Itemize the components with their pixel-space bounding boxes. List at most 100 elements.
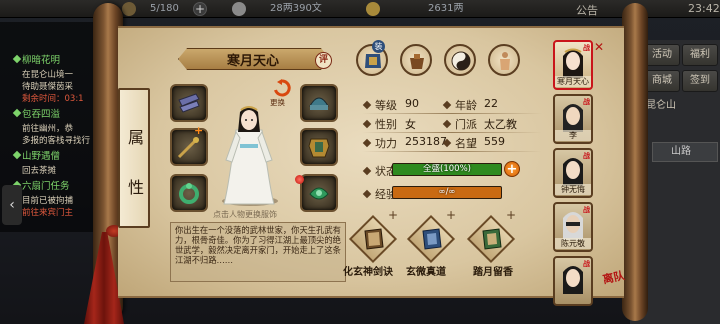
roster-card-4[interactable]: 战 陈元敬 (553, 202, 593, 252)
skill-name-2: 玄微真道 (406, 267, 446, 278)
quest-marker-icon (12, 150, 22, 160)
sword-manual-icon (364, 228, 384, 250)
level-label: 等级 (375, 99, 397, 112)
new-item-badge (295, 175, 304, 184)
card-name: 钟无悔 (555, 184, 591, 195)
resource-stamina: 5/180 (150, 3, 179, 14)
equip-slot-armguard[interactable] (170, 84, 208, 122)
armguard-icon (178, 93, 200, 113)
equip-slot-accessory[interactable] (300, 174, 338, 212)
equip-slot-ring[interactable] (170, 174, 208, 212)
fame-label: 名望 (455, 137, 477, 150)
card-tag: 战 (583, 98, 590, 106)
skills-button[interactable] (444, 44, 476, 76)
hairpin-weapon-icon (177, 136, 200, 159)
close-icon[interactable]: ✕ (592, 40, 606, 54)
quest-line: 前往来宾门主 (22, 208, 74, 218)
quest-line: 前往幽州，恭 (22, 124, 74, 134)
gender-label: 性别 (375, 118, 397, 131)
shop-button[interactable]: 商城 (644, 70, 680, 92)
character-bio: 你出生在一个没落的武林世家，你天生孔武有力，根骨奇佳。你为了习得江湖上最顶尖的绝… (170, 222, 346, 282)
welfare-button[interactable]: 福利 (682, 44, 718, 66)
swap-outfit-icon[interactable] (273, 79, 291, 97)
attributes-tab[interactable]: 属 性 (118, 88, 150, 228)
signin-button[interactable]: 签到 (682, 70, 718, 92)
equip-slot-armor[interactable] (300, 128, 338, 166)
stat-divider (362, 113, 542, 114)
level-value: 90 (405, 97, 419, 110)
card-name: 陈元敬 (555, 238, 591, 249)
add-stamina-button[interactable]: + (193, 2, 207, 16)
restore-state-button[interactable]: + (504, 161, 520, 177)
state-bar-text: 全盛(100%) (423, 164, 471, 174)
meridian-button[interactable] (488, 44, 520, 76)
card-tag: 战 (583, 206, 590, 214)
inventory-button[interactable] (400, 44, 432, 76)
quest-line: 回去茶摊 (22, 166, 57, 176)
age-label: 年龄 (455, 99, 477, 112)
rate-button[interactable]: 评 (315, 52, 332, 69)
upgrade-plus-icon: + (194, 124, 204, 137)
card-tag: 战 (583, 152, 590, 160)
activity-button[interactable]: 活动 (644, 44, 680, 66)
quest-title[interactable]: 柳暗花明 (22, 52, 60, 66)
card-name: 李 (555, 130, 591, 141)
power-value: 253187 (405, 135, 447, 148)
helmet-icon (309, 97, 329, 110)
attr-tab-char-2: 性 (127, 178, 144, 197)
exp-bar-text: ∞/∞ (438, 187, 456, 197)
taoist-manual-icon (422, 228, 442, 250)
quest-title[interactable]: 六扇门任务 (22, 178, 70, 192)
quest-line: 目前已被拘捕 (22, 196, 74, 206)
sect-value: 太乙教 (484, 118, 517, 131)
silver-icon (232, 2, 246, 16)
skill-add-icon: + (506, 208, 517, 222)
leave-team-seal[interactable]: 离队 (602, 269, 629, 298)
roster-card-5[interactable]: 战 (553, 256, 593, 306)
quest-title[interactable]: 山野遇僧 (22, 148, 60, 162)
equip-slot-weapon[interactable]: + (170, 124, 208, 166)
roster-card-3[interactable]: 战 钟无悔 (553, 148, 593, 198)
character-name: 寒月天心 (226, 54, 279, 69)
quest-marker-icon (12, 108, 22, 118)
card-tag: 战 (583, 44, 590, 52)
jade-accessory-icon (309, 187, 329, 200)
quest-title[interactable]: 包吞四溢 (22, 106, 60, 120)
quest-timer: 剩余时间：03:1 (22, 94, 84, 104)
roster-card-1[interactable]: 战 寒月天心 (553, 40, 593, 90)
bag-icon (410, 54, 424, 69)
quest-marker-icon (12, 54, 22, 64)
quest-line: 在昆仑山境一 (22, 70, 74, 80)
location-label: 昆仑山 (646, 100, 676, 111)
gender-value: 女 (405, 118, 416, 131)
yin-yang-icon (451, 51, 471, 71)
skill-add-icon: + (388, 208, 399, 222)
notice-button[interactable]: 公告 (576, 2, 598, 18)
stamina-icon (122, 2, 136, 16)
equip-slot-helmet[interactable] (300, 84, 338, 122)
skill-add-icon: + (446, 208, 457, 222)
equipment-tag: 装 (372, 40, 385, 53)
skill-name-1: 化玄神剑诀 (343, 267, 393, 278)
road-tab[interactable]: 山路 (652, 142, 718, 162)
character-portrait[interactable] (220, 100, 278, 206)
jade-ring-icon (179, 183, 199, 204)
roster-card-2[interactable]: 战 李 (553, 94, 593, 144)
quest-line: 待助聂傑茵采 (22, 82, 74, 92)
resource-silver: 28两390文 (270, 3, 322, 14)
fame-value: 559 (484, 135, 505, 148)
sect-label: 门派 (455, 118, 477, 131)
resource-gold: 2631两 (428, 3, 464, 14)
state-bar: 全盛(100%) (392, 163, 502, 176)
attr-tab-char-1: 属 (127, 128, 144, 147)
stat-divider (362, 132, 542, 133)
card-name: 寒月天心 (555, 76, 591, 87)
scroll-rod-right (622, 3, 648, 321)
card-tag: 战 (583, 260, 590, 268)
age-value: 22 (484, 97, 498, 110)
armor-icon (308, 138, 330, 158)
stat-divider (362, 151, 542, 152)
collapse-arrow-icon[interactable]: ‹ (2, 185, 22, 225)
power-label: 功力 (375, 137, 397, 150)
footwork-manual-icon (482, 228, 502, 250)
